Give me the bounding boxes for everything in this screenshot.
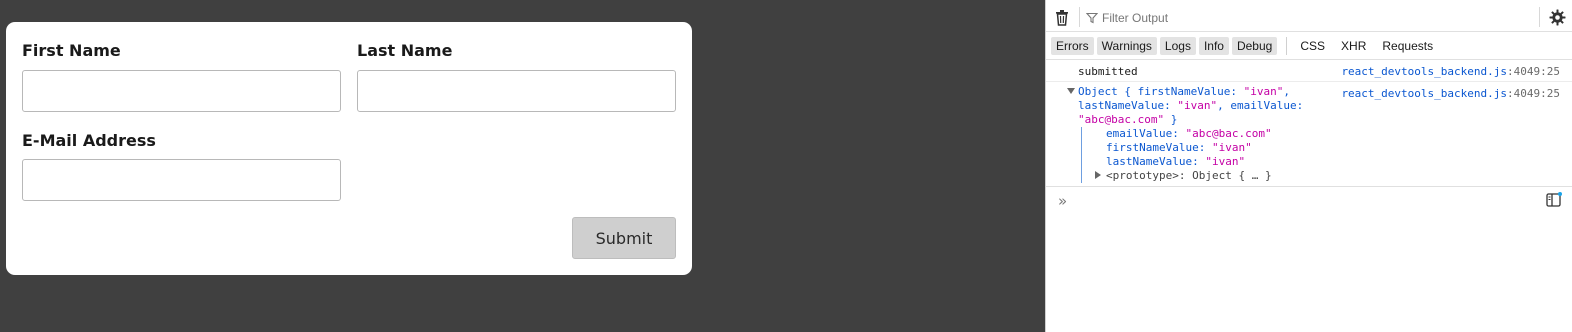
property-key: firstNameValue (1106, 141, 1199, 154)
filter-requests-button[interactable]: Requests (1377, 37, 1438, 55)
console-input-row: » (1046, 186, 1572, 211)
property-value: "ivan" (1205, 155, 1246, 168)
console-output: submitted react_devtools_backend.js:4049… (1046, 61, 1572, 185)
message-text: submitted (1078, 65, 1138, 78)
last-name-input[interactable] (357, 70, 676, 112)
object-last-value: "ivan" (1177, 99, 1218, 112)
console-input[interactable] (1078, 191, 1518, 207)
prototype-text: <prototype>: Object { … } (1106, 169, 1272, 182)
filter-icon (1086, 12, 1098, 23)
console-filter-bar: Errors Warnings Logs Info Debug CSS XHR … (1046, 33, 1572, 60)
filter-divider (1286, 37, 1288, 55)
email-label: E-Mail Address (22, 131, 156, 150)
source-location[interactable]: :4049:25 (1507, 87, 1560, 100)
collapse-twisty-icon[interactable] (1067, 88, 1075, 94)
last-name-label: Last Name (357, 41, 453, 60)
property-value: "ivan" (1211, 141, 1252, 154)
filter-errors-button[interactable]: Errors (1051, 37, 1094, 55)
message-source-link[interactable]: react_devtools_backend.js:4049:25 (1341, 87, 1560, 100)
property-row: emailValue: "abc@bac.com" (1106, 127, 1272, 140)
gear-icon[interactable] (1549, 9, 1566, 26)
first-name-input[interactable] (22, 70, 341, 112)
expand-twisty-icon[interactable] (1095, 171, 1101, 179)
object-suffix: } (1164, 113, 1178, 126)
devtools-console-panel: Errors Warnings Logs Info Debug CSS XHR … (1045, 0, 1572, 332)
object-properties: emailValue: "abc@bac.com" firstNameValue… (1081, 127, 1272, 183)
submit-button[interactable]: Submit (572, 217, 676, 259)
object-first-value: "ivan" (1243, 85, 1284, 98)
email-input[interactable] (22, 159, 341, 201)
property-row: lastNameValue: "ivan" (1106, 155, 1246, 168)
source-file[interactable]: react_devtools_backend.js (1341, 87, 1507, 100)
property-value: "abc@bac.com" (1185, 127, 1272, 140)
filter-output-box[interactable] (1086, 7, 1526, 28)
first-name-label: First Name (22, 41, 121, 60)
prototype-row[interactable]: <prototype>: Object { … } (1095, 169, 1272, 183)
object-summary[interactable]: Object { firstNameValue: "ivan", lastNam… (1067, 85, 1338, 127)
filter-output-input[interactable] (1102, 10, 1502, 25)
toolbar-divider-right (1539, 7, 1540, 27)
trash-icon[interactable] (1054, 9, 1070, 26)
filter-debug-button[interactable]: Debug (1231, 37, 1278, 55)
property-row: firstNameValue: "ivan" (1106, 141, 1252, 154)
filter-warnings-button[interactable]: Warnings (1096, 37, 1157, 55)
object-email-value: "abc@bac.com" (1078, 113, 1165, 126)
filter-info-button[interactable]: Info (1198, 37, 1229, 55)
filter-logs-button[interactable]: Logs (1159, 37, 1196, 55)
filter-css-button[interactable]: CSS (1295, 37, 1330, 55)
prompt-chevron-icon: » (1058, 192, 1068, 210)
property-key: lastNameValue (1106, 155, 1193, 168)
console-message: submitted react_devtools_backend.js:4049… (1046, 61, 1572, 82)
object-mid2: , emailValue: (1217, 99, 1304, 112)
toolbar-divider (1079, 7, 1080, 27)
object-prefix: Object { firstNameValue: (1078, 85, 1244, 98)
filter-xhr-button[interactable]: XHR (1336, 37, 1371, 55)
message-source-link[interactable]: react_devtools_backend.js:4049:25 (1341, 65, 1560, 78)
source-file[interactable]: react_devtools_backend.js (1341, 65, 1507, 78)
signup-form-card: First Name Last Name E-Mail Address Subm… (6, 22, 692, 275)
console-toolbar (1046, 3, 1572, 32)
property-key: emailValue (1106, 127, 1173, 140)
source-location[interactable]: :4049:25 (1507, 65, 1560, 78)
split-console-icon[interactable] (1546, 192, 1562, 207)
